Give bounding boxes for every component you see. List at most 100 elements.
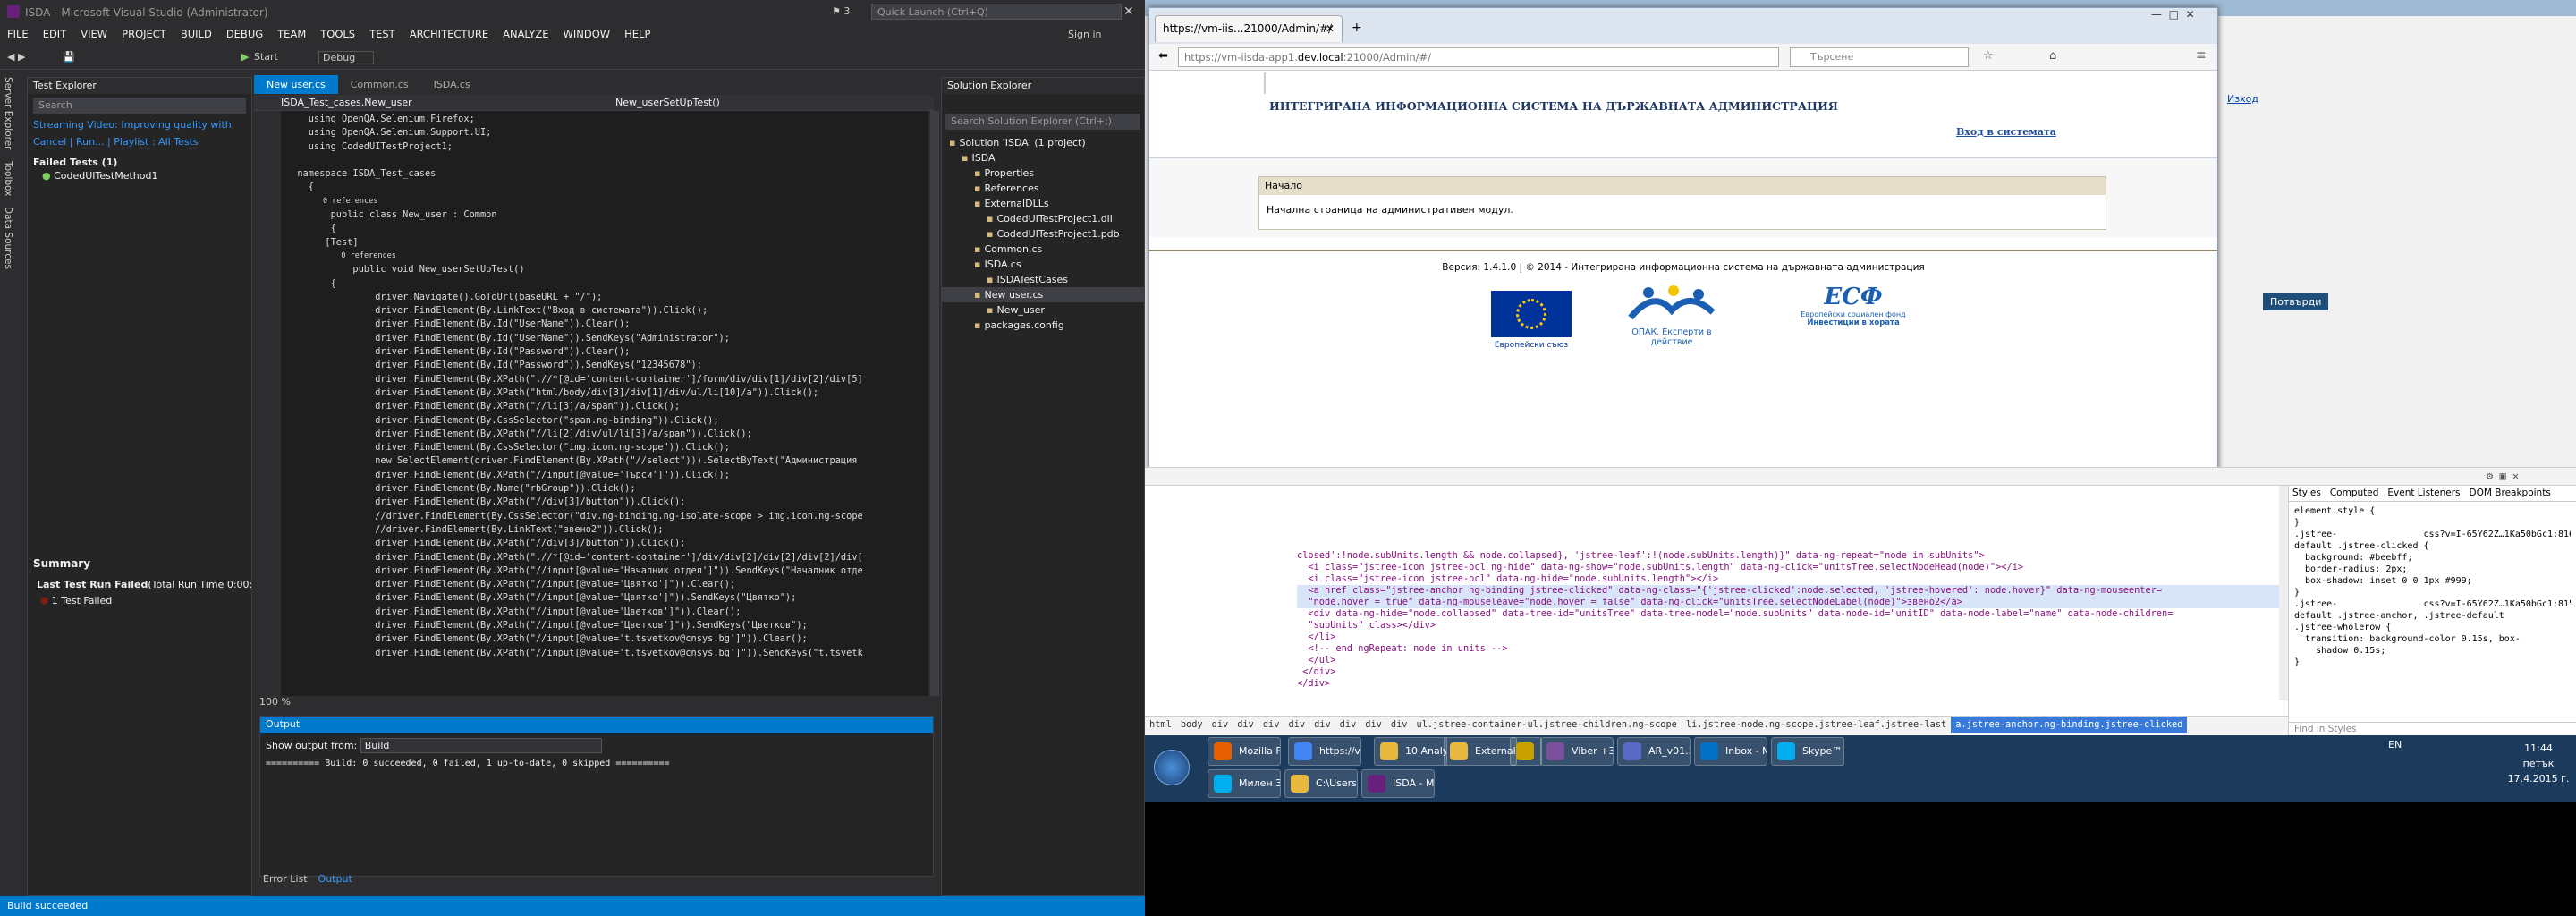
bookmark-icon[interactable]: ☆	[1983, 49, 1994, 63]
bottom-tab[interactable]: Error List	[263, 873, 308, 885]
breadcrumb-item[interactable]: div	[1258, 717, 1284, 733]
breadcrumb-item[interactable]: div	[1360, 717, 1386, 733]
taskbar-button[interactable]: Милен Заков	[1208, 769, 1281, 798]
side-tab[interactable]: Data Sources	[0, 201, 16, 275]
html-line[interactable]: "node.hover = true" data-ng-mouseleave="…	[1297, 597, 2279, 608]
breadcrumb-item[interactable]: li.jstree-node.ng-scope.jstree-leaf.jstr…	[1682, 717, 1951, 733]
solution-item[interactable]: ▪ New user.cs	[942, 287, 1144, 302]
start-orb-icon[interactable]	[1154, 750, 1190, 785]
menu-item-tools[interactable]: TOOLS	[313, 25, 362, 43]
taskbar-button[interactable]: Viber +3598833...	[1540, 737, 1614, 766]
ff-tab[interactable]: https://vm-iis...21000/Admin/#/✕	[1155, 15, 1343, 42]
devtools-tab[interactable]: Styles	[2292, 488, 2321, 498]
start-button[interactable]: Start	[254, 51, 278, 63]
html-line[interactable]: "subUnits" class></div>	[1297, 620, 2279, 632]
html-line[interactable]: </div>	[1297, 678, 2279, 690]
taskbar-button[interactable]: AR_v01.34 - Ent...	[1617, 737, 1690, 766]
breadcrumb-item[interactable]: div	[1386, 717, 1412, 733]
breadcrumb-item[interactable]: div	[1309, 717, 1335, 733]
menu-item-test[interactable]: TEST	[362, 25, 402, 43]
elements-tree[interactable]: closed':!node.subUnits.length && node.co…	[1145, 486, 2279, 700]
menu-item-debug[interactable]: DEBUG	[219, 25, 270, 43]
menu-item-view[interactable]: VIEW	[73, 25, 114, 43]
taskbar-button[interactable]: Mozilla Firefox	[1208, 737, 1281, 766]
solution-item[interactable]: ▪ ISDA	[942, 150, 1144, 165]
back-icon[interactable]: ⬅	[1158, 49, 1168, 63]
close-window-icon[interactable]: ✕	[1123, 4, 1134, 19]
menu-item-window[interactable]: WINDOW	[555, 25, 617, 43]
html-line[interactable]: <i class="jstree-icon jstree-ocl" data-n…	[1297, 573, 2279, 585]
find-in-styles-input[interactable]: Find in Styles	[2289, 722, 2576, 736]
home-icon[interactable]: ⌂	[2049, 49, 2056, 63]
solution-search-input[interactable]: Search Solution Explorer (Ctrl+;)	[945, 114, 1140, 130]
html-line[interactable]: <a href class="jstree-anchor ng-binding …	[1297, 585, 2279, 597]
menu-item-build[interactable]: BUILD	[174, 25, 219, 43]
output-source-select[interactable]: Build	[360, 738, 602, 753]
menu-icon[interactable]: ≡	[2196, 48, 2207, 63]
devtools-tab[interactable]: Computed	[2330, 488, 2379, 498]
bg-confirm-button[interactable]: Потвърди	[2263, 293, 2329, 310]
solution-item[interactable]: ▪ New_user	[942, 302, 1144, 318]
url-bar[interactable]: https://vm-iisda-app1.dev.local:21000/Ad…	[1178, 47, 1779, 67]
taskbar-button[interactable]	[1510, 737, 1542, 766]
breadcrumb-item[interactable]: div	[1208, 717, 1233, 733]
side-tab[interactable]: Toolbox	[0, 156, 16, 201]
html-line[interactable]: closed':!node.subUnits.length && node.co…	[1297, 550, 2279, 562]
solution-item[interactable]: ▪ ExternalDLLs	[942, 196, 1144, 211]
menu-item-help[interactable]: HELP	[617, 25, 657, 43]
editor-tab[interactable]: ISDA.cs	[421, 75, 483, 94]
editor-tab[interactable]: New user.cs	[254, 75, 338, 94]
html-line[interactable]: <i class="jstree-icon jstree-ocl ng-hide…	[1297, 562, 2279, 573]
config-select[interactable]: Debug	[318, 51, 375, 64]
editor-tab[interactable]: Common.cs	[338, 75, 421, 94]
html-line[interactable]: <div data-ng-hide="node.collapsed" data-…	[1297, 608, 2279, 620]
zoom-level[interactable]: 100 %	[259, 696, 291, 708]
notification-flag-icon[interactable]: ⚑ 3	[832, 5, 850, 17]
playlist-link[interactable]: Playlist : All Tests	[114, 136, 198, 148]
html-line[interactable]: </ul>	[1297, 655, 2279, 666]
devtools-tab[interactable]: Event Listeners	[2387, 488, 2460, 498]
close-tab-icon[interactable]: ✕	[1326, 22, 1335, 35]
bottom-tab[interactable]: Output	[318, 873, 352, 885]
breadcrumb-item[interactable]: div	[1233, 717, 1258, 733]
menu-item-architecture[interactable]: ARCHITECTURE	[402, 25, 496, 43]
solution-item[interactable]: ▪ ISDATestCases	[942, 272, 1144, 287]
login-link[interactable]: Вход в системата	[1956, 126, 2056, 138]
taskbar-button[interactable]: ExternalDLLs	[1444, 737, 1517, 766]
streaming-notice[interactable]: Streaming Video: Improving quality with	[33, 119, 246, 131]
solution-item[interactable]: ▪ ISDA.cs	[942, 257, 1144, 272]
taskbar-button[interactable]: ISDA - Microsoft ...	[1361, 769, 1435, 798]
new-tab-icon[interactable]: +	[1352, 21, 1362, 35]
nav-member-dropdown[interactable]: New_userSetUpTest()	[615, 97, 720, 108]
elements-scrollbar[interactable]	[2279, 486, 2288, 700]
quick-launch-input[interactable]: Quick Launch (Ctrl+Q)	[871, 4, 1122, 20]
bg-logout-link[interactable]: Изход	[2227, 93, 2258, 105]
breadcrumb-item[interactable]: div	[1284, 717, 1309, 733]
solution-item[interactable]: ▪ packages.config	[942, 318, 1144, 333]
solution-item[interactable]: ▪ Properties	[942, 165, 1144, 181]
solution-item[interactable]: ▪ CodedUITestProject1.pdb	[942, 226, 1144, 242]
menu-item-project[interactable]: PROJECT	[114, 25, 174, 43]
side-tab[interactable]: Server Explorer	[0, 72, 16, 156]
solution-item[interactable]: ▪ References	[942, 181, 1144, 196]
menu-item-analyze[interactable]: ANALYZE	[496, 25, 555, 43]
taskbar-button[interactable]: https://vm-iisd...	[1288, 737, 1361, 766]
save-icon[interactable]: 💾	[63, 51, 75, 63]
nav-class-dropdown[interactable]: ISDA_Test_cases.New_user	[281, 97, 412, 108]
search-box[interactable]: Търсене	[1790, 47, 1969, 67]
run-link[interactable]: Run...	[76, 136, 105, 148]
menu-item-team[interactable]: TEAM	[270, 25, 313, 43]
window-controls[interactable]: — □ ✕	[2151, 8, 2195, 21]
solution-item[interactable]: ▪ Common.cs	[942, 242, 1144, 257]
cancel-link[interactable]: Cancel	[33, 136, 66, 148]
devtools-tab[interactable]: DOM Breakpoints	[2470, 488, 2551, 498]
code-editor[interactable]: using OpenQA.Selenium.Firefox; using Ope…	[281, 111, 928, 696]
taskbar-button[interactable]: C:\Users\mzheko...	[1284, 769, 1358, 798]
taskbar-button[interactable]: Inbox - M.Zhek...	[1694, 737, 1767, 766]
menu-item-edit[interactable]: EDIT	[36, 25, 74, 43]
failed-tests-group[interactable]: Failed Tests (1)	[33, 157, 246, 168]
taskbar-button[interactable]: 10 Analysis RA	[1374, 737, 1447, 766]
back-forward-icon[interactable]: ◀ ▶	[7, 51, 25, 63]
test-search-input[interactable]: Search	[33, 98, 246, 114]
html-line[interactable]: </div>	[1297, 666, 2279, 678]
